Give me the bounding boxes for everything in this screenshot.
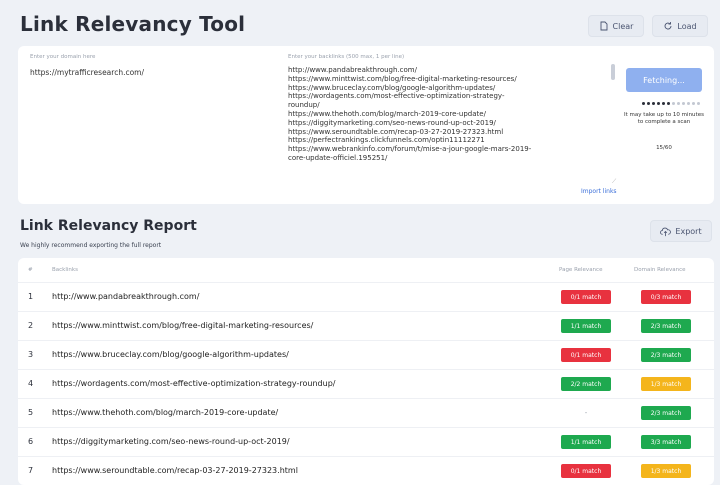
backlink-url[interactable]: https://www.bruceclay.com/blog/google-al… (52, 350, 289, 359)
input-panel: Enter your domain here https://mytraffic… (18, 46, 714, 204)
table-row[interactable]: 3 https://www.bruceclay.com/blog/google-a… (18, 340, 714, 369)
report-title: Link Relevancy Report (20, 218, 197, 234)
backlink-url[interactable]: https://www.seroundtable.com/recap-03-27… (52, 466, 298, 475)
domain-relevance-badge: 3/3 match (641, 435, 691, 449)
report-table: # Backlinks Page Relevance Domain Releva… (18, 258, 714, 485)
backlinks-scrollbar[interactable] (611, 64, 615, 80)
row-number: 1 (28, 292, 34, 301)
backlink-line: https://www.seroundtable.com/recap-03-27… (288, 127, 504, 136)
row-number: 4 (28, 379, 34, 388)
table-header: # Backlinks Page Relevance Domain Releva… (18, 264, 714, 278)
progress-dot (692, 102, 695, 105)
export-button[interactable]: Export (650, 220, 712, 242)
domain-relevance-badge: 0/3 match (641, 290, 691, 304)
backlink-line: https://www.bruceclay.com/blog/google-al… (288, 83, 496, 92)
progress-dot (682, 102, 685, 105)
progress-dot (662, 102, 665, 105)
cloud-upload-icon (660, 227, 672, 236)
backlink-line: https://www.thehoth.com/blog/march-2019-… (288, 109, 486, 118)
backlink-line: https://www.minttwist.com/blog/free-digi… (288, 74, 517, 83)
row-number: 7 (28, 466, 34, 475)
row-number: 5 (28, 408, 34, 417)
row-number: 3 (28, 350, 34, 359)
page-title: Link Relevancy Tool (20, 12, 246, 36)
backlink-line: http://www.pandabreakthrough.com/ (288, 66, 417, 74)
backlink-url[interactable]: http://www.pandabreakthrough.com/ (52, 292, 199, 301)
table-row[interactable]: 4 https://wordagents.com/most-effective-o… (18, 369, 714, 398)
backlink-line: https://wordagents.com/most-effective-op… (288, 92, 505, 101)
backlink-line: core-update-officiel.195251/ (288, 153, 388, 162)
col-header-page-relevance: Page Relevance (559, 267, 603, 273)
clear-button-label: Clear (612, 21, 634, 31)
clear-button[interactable]: Clear (588, 15, 644, 37)
backlink-url[interactable]: https://diggitymarketing.com/seo-news-ro… (52, 437, 290, 446)
col-header-backlinks: Backlinks (52, 267, 78, 273)
page-relevance-badge: 0/1 match (561, 290, 611, 304)
table-row[interactable]: 7 https://www.seroundtable.com/recap-03-2… (18, 456, 714, 485)
table-row[interactable]: 5 https://www.thehoth.com/blog/march-2019… (18, 398, 714, 427)
page-relevance-badge: 1/1 match (561, 319, 611, 333)
page-relevance-badge: 2/2 match (561, 377, 611, 391)
domain-field-label: Enter your domain here (30, 54, 96, 60)
refresh-icon (664, 22, 672, 30)
progress-dot (672, 102, 675, 105)
domain-relevance-badge: 1/3 match (641, 377, 691, 391)
progress-count: 15/60 (656, 145, 672, 151)
resize-handle-icon[interactable]: ⟋ (612, 178, 616, 186)
page-relevance-badge: - (584, 409, 588, 417)
progress-dot (667, 102, 670, 105)
progress-dot (642, 102, 645, 105)
scan-time-note: It may take up to 10 minutes to complete… (624, 112, 704, 125)
col-header-number: # (28, 267, 33, 273)
progress-dot (647, 102, 650, 105)
progress-dot (652, 102, 655, 105)
report-subtitle: We highly recommend exporting the full r… (20, 242, 162, 249)
export-button-label: Export (675, 226, 702, 236)
page-relevance-badge: 1/1 match (561, 435, 611, 449)
domain-input[interactable]: https://mytrafficresearch.com/ (30, 68, 144, 77)
page-relevance-badge: 0/1 match (561, 464, 611, 478)
progress-dots (642, 102, 700, 105)
table-row[interactable]: 2 https://www.minttwist.com/blog/free-dig… (18, 311, 714, 340)
backlinks-textarea[interactable]: http://www.pandabreakthrough.com/https:/… (288, 66, 618, 188)
backlink-line: https://www.webrankinfo.com/forum/t/mise… (288, 145, 532, 154)
progress-dot (657, 102, 660, 105)
import-links-link[interactable]: Import links (581, 188, 617, 195)
row-number: 2 (28, 321, 34, 330)
domain-relevance-badge: 2/3 match (641, 348, 691, 362)
domain-relevance-badge: 1/3 match (641, 464, 691, 478)
backlink-url[interactable]: https://www.minttwist.com/blog/free-digi… (52, 321, 313, 330)
backlink-url[interactable]: https://wordagents.com/most-effective-op… (52, 379, 335, 388)
backlink-line: roundup/ (288, 101, 320, 110)
document-icon (600, 21, 607, 31)
load-button-label: Load (677, 21, 697, 31)
domain-relevance-badge: 2/3 match (641, 319, 691, 333)
progress-dot (687, 102, 690, 105)
table-row[interactable]: 1 http://www.pandabreakthrough.com/0/1 ma… (18, 282, 714, 311)
backlink-line: https://diggitymarketing.com/seo-news-ro… (288, 118, 496, 127)
table-row[interactable]: 6 https://diggitymarketing.com/seo-news-r… (18, 427, 714, 456)
fetching-button[interactable]: Fetching... (626, 68, 702, 92)
progress-dot (697, 102, 700, 105)
backlink-line: https://perfectrankings.clickfunnels.com… (288, 136, 485, 145)
load-button[interactable]: Load (652, 15, 708, 37)
progress-dot (677, 102, 680, 105)
row-number: 6 (28, 437, 34, 446)
page-relevance-badge: 0/1 match (561, 348, 611, 362)
backlinks-field-label: Enter your backlinks (500 max, 1 per lin… (288, 54, 405, 60)
col-header-domain-relevance: Domain Relevance (634, 267, 686, 273)
backlink-url[interactable]: https://www.thehoth.com/blog/march-2019-… (52, 408, 278, 417)
domain-relevance-badge: 2/3 match (641, 406, 691, 420)
